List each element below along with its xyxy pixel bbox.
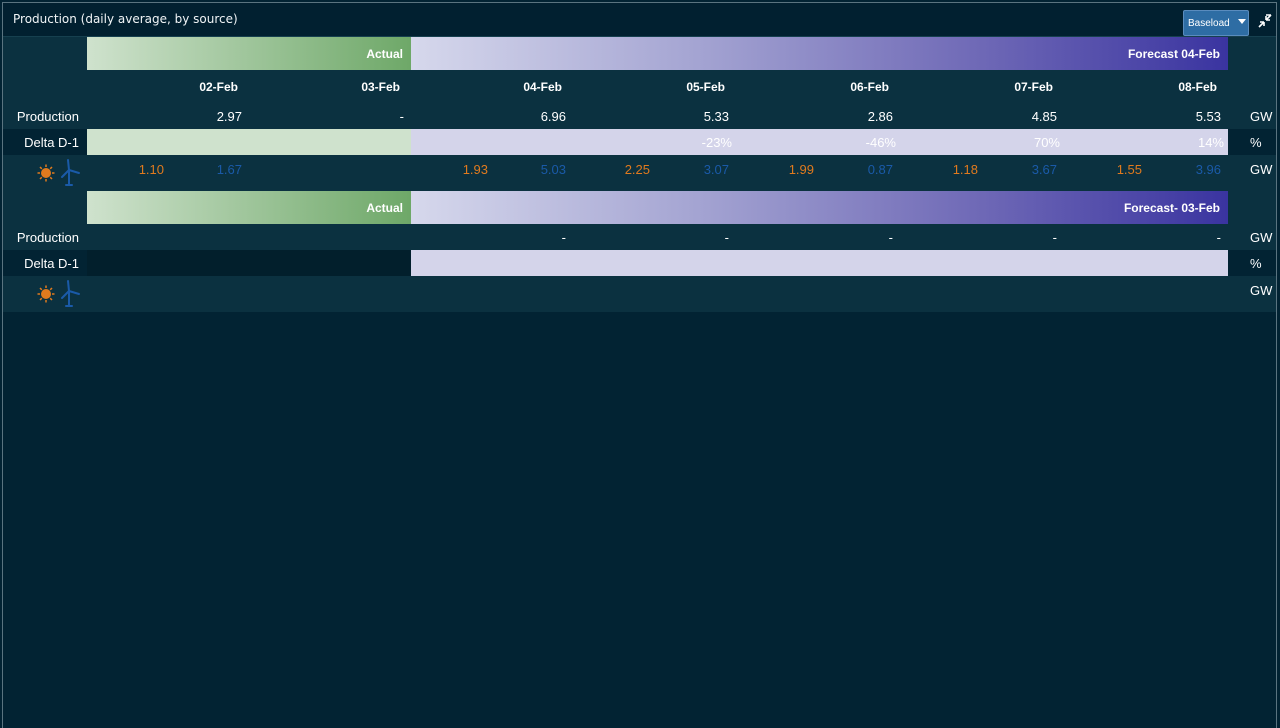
wind-value: 3.07 — [703, 162, 729, 177]
dropdown-label: Baseload — [1188, 18, 1230, 29]
widget-title: Production (daily average, by source) — [13, 12, 238, 26]
production-value: - — [399, 109, 404, 124]
date-header: 08-Feb — [1178, 80, 1217, 94]
forecast-header: Forecast- 03-Feb — [411, 191, 1228, 224]
production-row: Production 2.97 - 6.96 5.33 2.86 4.85 5.… — [3, 103, 1276, 129]
forecast-header: Forecast 04-Feb — [411, 37, 1228, 70]
delta-actual-band — [87, 250, 411, 276]
solar-value: 2.25 — [624, 162, 650, 177]
table2-header-band: Actual Forecast- 03-Feb — [3, 187, 1276, 224]
title-bar: Production (daily average, by source) Ba… — [3, 3, 1276, 37]
production-value: - — [888, 230, 893, 245]
date-header: 05-Feb — [686, 80, 725, 94]
delta-row: Delta D-1 % — [3, 250, 1276, 276]
production-value: 6.96 — [540, 109, 566, 124]
unit-label: GW — [1250, 109, 1273, 124]
date-header: 04-Feb — [523, 80, 562, 94]
sun-icon — [37, 164, 55, 182]
delta-row: Delta D-1 -23% -46% 70% 14% % — [3, 129, 1276, 155]
delta-actual-band — [87, 129, 411, 155]
wind-value: 5.03 — [540, 162, 566, 177]
actual-header: Actual — [87, 191, 411, 224]
date-header: 02-Feb — [199, 80, 238, 94]
production-value: 2.97 — [216, 109, 242, 124]
solar-value: 1.55 — [1116, 162, 1142, 177]
date-header: 06-Feb — [850, 80, 889, 94]
delta-value: 70% — [1033, 135, 1060, 150]
delta-label: Delta D-1 — [24, 256, 79, 271]
baseload-dropdown[interactable]: Baseload — [1183, 10, 1249, 36]
production-value: - — [724, 230, 729, 245]
wind-turbine-icon — [61, 280, 80, 307]
production-label: Production — [16, 109, 79, 124]
delta-value: -46% — [865, 135, 896, 150]
unit-label: GW — [1250, 230, 1273, 245]
production-value: - — [1052, 230, 1057, 245]
delta-value: -23% — [701, 135, 732, 150]
minimize-icon[interactable] — [1258, 14, 1272, 28]
date-header: 07-Feb — [1014, 80, 1053, 94]
actual-label: Actual — [366, 201, 403, 215]
production-value: 2.86 — [867, 109, 893, 124]
actual-header: Actual — [87, 37, 411, 70]
sources-row: GW — [3, 276, 1276, 312]
wind-value: 1.67 — [216, 162, 242, 177]
dates-row: 02-Feb 03-Feb 04-Feb 05-Feb 06-Feb 07-Fe… — [3, 71, 1276, 103]
production-value: - — [561, 230, 566, 245]
date-header: 03-Feb — [361, 80, 400, 94]
solar-value: 1.10 — [138, 162, 164, 177]
solar-value: 1.93 — [462, 162, 488, 177]
table1-header-band: Actual Forecast 04-Feb — [3, 37, 1276, 71]
delta-label: Delta D-1 — [24, 135, 79, 150]
wind-value: 0.87 — [867, 162, 893, 177]
delta-forecast-band — [411, 250, 1228, 276]
wind-turbine-icon — [61, 159, 80, 186]
delta-value: 14% — [1197, 135, 1224, 150]
solar-value: 1.18 — [952, 162, 978, 177]
unit-label: % — [1250, 135, 1262, 150]
sun-icon — [37, 285, 55, 303]
production-value: 4.85 — [1031, 109, 1057, 124]
chevron-down-icon — [1238, 19, 1246, 24]
forecast-label: Forecast- 03-Feb — [1123, 201, 1220, 215]
solar-value: 1.99 — [788, 162, 814, 177]
sources-row: 1.10 1.67 1.93 5.03 2.25 3.07 1.99 0.87 … — [3, 155, 1276, 187]
actual-label: Actual — [366, 47, 403, 61]
wind-value: 3.67 — [1031, 162, 1057, 177]
unit-label: % — [1250, 256, 1262, 271]
production-label: Production — [16, 230, 79, 245]
wind-value: 3.96 — [1195, 162, 1221, 177]
production-row: Production - - - - - GW — [3, 224, 1276, 250]
forecast-label: Forecast 04-Feb — [1127, 47, 1220, 61]
unit-label: GW — [1250, 283, 1273, 298]
production-value: 5.33 — [703, 109, 729, 124]
production-value: 5.53 — [1195, 109, 1221, 124]
unit-label: GW — [1250, 162, 1273, 177]
production-value: - — [1216, 230, 1221, 245]
